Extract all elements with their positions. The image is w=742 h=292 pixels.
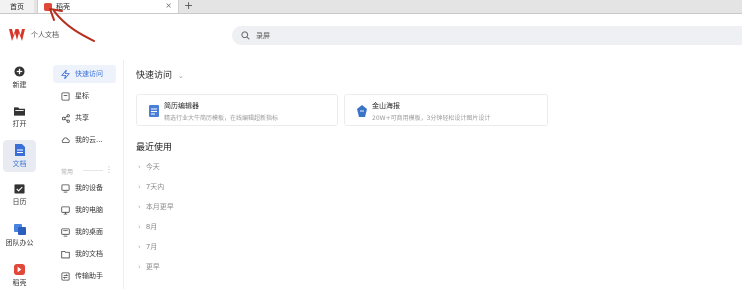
rail-label: 打开	[12, 119, 27, 128]
quick-access-heading[interactable]: 快速访问 ⌄	[136, 68, 184, 81]
sidebar-item-label: 星标	[75, 92, 89, 100]
chevron-right-icon: ›	[138, 203, 141, 211]
sidebar-item-my-computer[interactable]: 我的电脑	[53, 201, 116, 219]
sidebar-item-my-documents[interactable]: 我的文档	[53, 245, 116, 263]
recent-group-today[interactable]: › 今天	[138, 162, 160, 172]
recent-group-label: 8月	[145, 223, 158, 231]
recent-group-label: 更早	[145, 263, 160, 271]
rail-label: 新建	[12, 81, 27, 89]
docer-icon	[14, 264, 25, 275]
quick-card-poster[interactable]: 金山海报 20W+可商用模板，3分钟轻松设计图片设计	[344, 94, 548, 126]
computer-icon	[61, 205, 70, 215]
chevron-right-icon: ›	[138, 243, 141, 251]
rail-label: 日历	[12, 198, 27, 206]
sidebar-item-label: 我的云...	[75, 136, 103, 144]
lightning-icon	[61, 69, 70, 79]
card-title: 金山海报	[372, 102, 400, 110]
search-input[interactable]: 录屏	[232, 26, 742, 45]
transfer-icon	[61, 271, 70, 281]
folder-icon	[14, 106, 25, 116]
tab-home[interactable]: 首页	[0, 0, 34, 13]
sidebar-item-starred[interactable]: 星标	[53, 87, 116, 105]
add-tab-button[interactable]: +	[184, 0, 193, 12]
recent-group-7days[interactable]: › 7天内	[138, 182, 164, 192]
sidebar-item-transfer[interactable]: 传输助手	[53, 267, 116, 285]
card-subtitle: 20W+可商用模板，3分钟轻松设计图片设计	[372, 115, 491, 122]
recent-group-earlier[interactable]: › 更早	[138, 262, 160, 272]
sidebar: 快速访问 星标 共享 我的云... 常用 ⋮ 我的设备 我的电脑 我的桌面 我的…	[50, 60, 124, 289]
search-placeholder: 录屏	[256, 31, 270, 40]
chevron-right-icon: ›	[138, 263, 141, 271]
sidebar-item-shared[interactable]: 共享	[53, 109, 116, 127]
recent-group-label: 7月	[145, 243, 158, 251]
poster-icon	[357, 105, 367, 117]
sidebar-item-label: 我的文档	[75, 250, 103, 258]
rail-item-calendar[interactable]: 日历	[3, 179, 36, 211]
share-icon	[61, 113, 70, 123]
more-options-icon[interactable]: ⋮	[105, 165, 113, 174]
sidebar-item-label: 我的设备	[75, 184, 103, 192]
recent-group-august[interactable]: › 8月	[138, 222, 157, 232]
resume-icon	[149, 105, 159, 117]
chevron-right-icon: ›	[138, 163, 141, 171]
document-icon	[14, 143, 25, 156]
quick-card-resume-editor[interactable]: 简历编辑器 精选行业大牛简历模板，在线编辑超新指标	[136, 94, 338, 126]
card-title: 简历编辑器	[164, 102, 199, 110]
sidebar-item-label: 我的电脑	[75, 206, 103, 214]
rail-item-open[interactable]: 打开	[3, 101, 36, 133]
page-title: 个人文档	[31, 31, 59, 39]
card-subtitle: 精选行业大牛简历模板，在线编辑超新指标	[164, 115, 279, 122]
tab-bar: 首页 稻壳 × +	[0, 0, 742, 14]
wps-logo-icon	[9, 29, 25, 41]
main-content: 快速访问 ⌄ 简历编辑器 精选行业大牛简历模板，在线编辑超新指标 金山海报 20…	[130, 60, 742, 289]
recent-group-label: 本月更早	[145, 203, 174, 211]
rail-item-documents[interactable]: 文档	[3, 140, 36, 172]
rail-label: 稻壳	[12, 279, 27, 287]
sidebar-item-cloud[interactable]: 我的云...	[53, 131, 116, 149]
sidebar-divider	[83, 170, 103, 171]
recent-group-label: 7天内	[145, 183, 165, 191]
chevron-right-icon: ›	[138, 223, 141, 231]
cloud-icon	[61, 136, 70, 145]
desktop-icon	[61, 227, 70, 237]
rail-item-new[interactable]: 新建	[3, 62, 36, 94]
sidebar-section-label: 常用	[61, 169, 74, 176]
recent-group-this-month[interactable]: › 本月更早	[138, 202, 174, 212]
sidebar-item-label: 传输助手	[75, 272, 103, 280]
recent-heading: 最近使用	[136, 143, 173, 153]
team-icon	[13, 224, 26, 235]
quick-access-title: 快速访问	[136, 71, 173, 81]
folder-doc-icon	[61, 250, 70, 259]
sidebar-item-label: 快速访问	[75, 70, 103, 78]
rail-label: 团队办公	[5, 239, 34, 247]
calendar-icon	[14, 184, 25, 194]
sidebar-item-label: 共享	[75, 114, 89, 122]
chevron-down-icon: ⌄	[177, 72, 184, 80]
device-icon	[61, 183, 70, 193]
plus-circle-icon	[14, 66, 25, 77]
star-icon	[61, 91, 70, 101]
rail-label: 文档	[12, 159, 27, 168]
left-rail: 新建 打开 文档 日历 团队办公 稻壳	[0, 58, 40, 289]
sidebar-item-label: 我的桌面	[75, 228, 103, 236]
sidebar-item-my-devices[interactable]: 我的设备	[53, 179, 116, 197]
header: 个人文档 录屏	[0, 14, 742, 56]
recent-group-july[interactable]: › 7月	[138, 242, 157, 252]
rail-item-docer[interactable]: 稻壳	[3, 260, 36, 292]
search-icon	[241, 31, 250, 40]
close-icon[interactable]: ×	[165, 1, 172, 10]
chevron-right-icon: ›	[138, 183, 141, 191]
recent-group-label: 今天	[145, 163, 160, 171]
rail-item-team[interactable]: 团队办公	[3, 220, 36, 252]
sidebar-item-quick-access[interactable]: 快速访问	[53, 65, 116, 83]
sidebar-item-my-desktop[interactable]: 我的桌面	[53, 223, 116, 241]
